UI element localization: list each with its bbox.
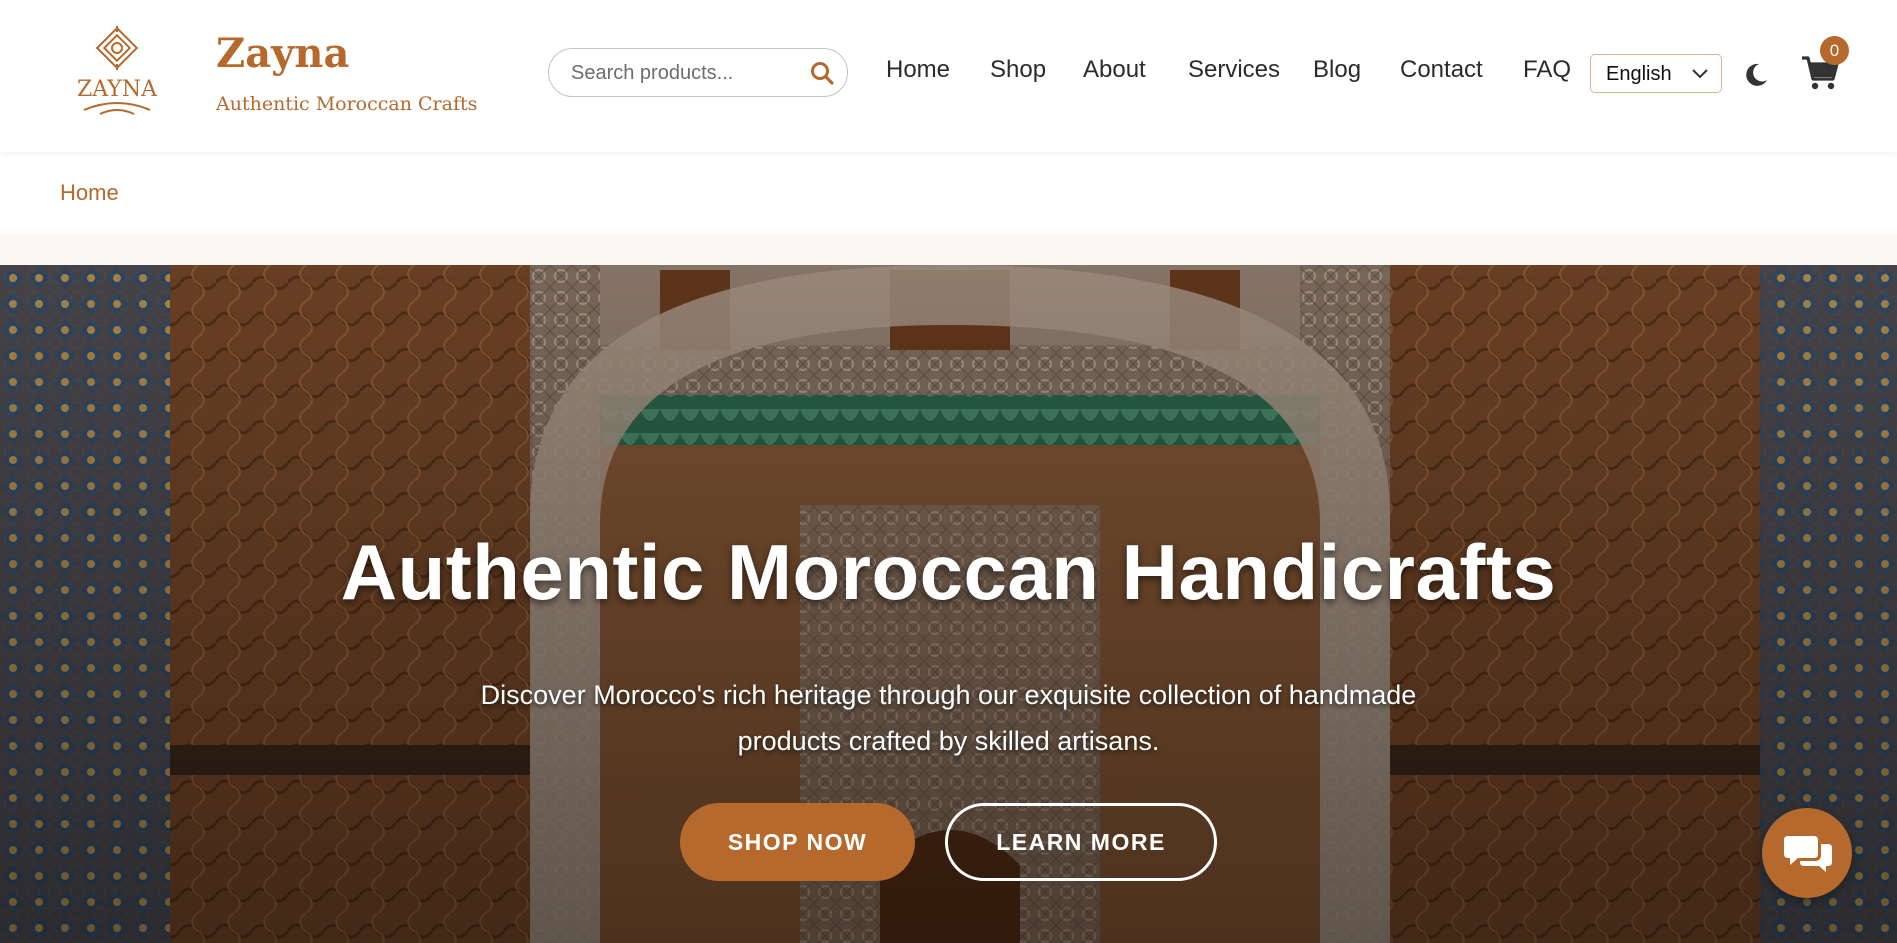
nav-blog[interactable]: Blog <box>1313 56 1361 92</box>
breadcrumb: Home <box>0 152 1897 235</box>
search-icon[interactable] <box>809 60 835 86</box>
chat-icon <box>1784 836 1832 872</box>
learn-more-button[interactable]: LEARN MORE <box>945 803 1217 881</box>
brand-tagline: Authentic Moroccan Crafts <box>216 93 478 115</box>
nav-label: FAQ <box>1523 56 1572 83</box>
cart-count-badge: 0 <box>1820 36 1849 65</box>
breadcrumb-home[interactable]: Home <box>60 180 119 206</box>
brand-logo[interactable]: ZAYNA <box>70 26 164 118</box>
search-input[interactable] <box>571 61 791 85</box>
logo-text: ZAYNA <box>77 77 158 102</box>
nav-label: Blog <box>1313 56 1362 83</box>
site-header: ZAYNA Zayna Authentic Moroccan Crafts Ho… <box>0 0 1897 152</box>
nav-home[interactable]: Home <box>886 56 950 92</box>
nav-about[interactable]: About <box>1083 56 1146 92</box>
shop-now-button[interactable]: SHOP NOW <box>680 803 915 881</box>
nav-shop[interactable]: Shop <box>990 56 1046 92</box>
chat-button[interactable] <box>1762 808 1852 898</box>
search-box <box>548 48 848 97</box>
hero-title: Authentic Moroccan Handicrafts <box>340 528 1557 616</box>
nav-label: About <box>1083 56 1146 83</box>
hero-subtitle: Discover Morocco's rich heritage through… <box>480 680 1417 756</box>
nav-faq[interactable]: FAQ <box>1523 56 1571 92</box>
hero-banner: Authentic Moroccan Handicrafts Discover … <box>0 265 1897 943</box>
nav-contact[interactable]: Contact <box>1400 56 1483 92</box>
chevron-down-icon <box>1691 66 1709 82</box>
language-selected: English <box>1606 63 1672 85</box>
section-divider <box>0 235 1897 265</box>
nav-services[interactable]: Services <box>1188 56 1280 92</box>
moon-icon[interactable] <box>1742 61 1770 89</box>
nav-label: Services <box>1188 56 1281 83</box>
language-select[interactable]: English <box>1590 54 1722 93</box>
nav-label: Shop <box>990 56 1047 83</box>
nav-label: Contact <box>1400 56 1483 83</box>
logo-emblem-icon: ZAYNA <box>77 26 158 115</box>
brand-name[interactable]: Zayna <box>216 30 349 77</box>
nav-label: Home <box>886 56 951 83</box>
